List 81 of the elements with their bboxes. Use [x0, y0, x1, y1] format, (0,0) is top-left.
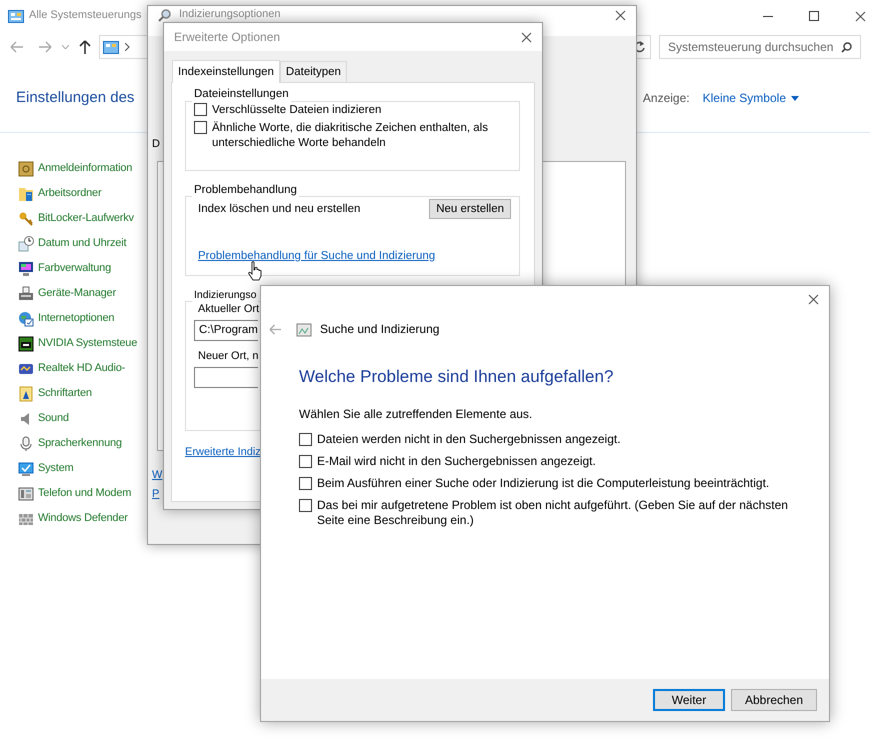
- chevron-icon: [125, 43, 130, 51]
- microphone-icon: [18, 436, 34, 452]
- sidebar-item[interactable]: Internetoptionen: [18, 306, 114, 331]
- dialog-title: Erweiterte Optionen: [174, 30, 280, 44]
- close-icon[interactable]: [808, 294, 819, 305]
- wizard-heading: Welche Probleme sind Ihnen aufgefallen?: [299, 366, 614, 388]
- checkbox[interactable]: [299, 433, 312, 446]
- document-icon: [18, 386, 34, 402]
- monitor-icon: [18, 260, 34, 276]
- link[interactable]: W: [152, 468, 162, 482]
- checkbox[interactable]: [299, 499, 312, 512]
- search-field[interactable]: Systemsteuerung durchsuchen: [659, 35, 861, 59]
- safe-icon: [18, 160, 34, 176]
- view-label: Anzeige:: [642, 90, 690, 106]
- sidebar-item[interactable]: Sound: [18, 406, 69, 431]
- sidebar-item[interactable]: Anmeldeinformation: [18, 156, 132, 181]
- sidebar-item[interactable]: Farbverwaltung: [18, 256, 112, 281]
- magnifier-icon: [158, 8, 172, 22]
- folder-icon: [18, 186, 34, 202]
- monitor-icon: [18, 460, 34, 476]
- search-icon[interactable]: [841, 42, 852, 52]
- view-dropdown[interactable]: Kleine Symbole: [702, 90, 799, 106]
- checkbox-label: Dateien werden nicht in den Suchergebnissen angezeigt.: [317, 432, 621, 448]
- link[interactable]: Erweiterte Indiz: [185, 446, 261, 458]
- group-title: Indizierungso: [193, 290, 258, 301]
- scanner-icon: [296, 322, 312, 336]
- wizard-button[interactable]: Weiter: [653, 689, 725, 711]
- sidebar-item[interactable]: NVIDIA Systemsteue: [18, 331, 138, 356]
- printer-icon: [18, 286, 34, 302]
- sidebar-item[interactable]: Spracherkennung: [18, 431, 122, 456]
- globe-icon: [18, 310, 34, 326]
- key-icon: [18, 210, 34, 226]
- group-title: Dateieinstellungen: [193, 89, 290, 101]
- path-field[interactable]: C:\Program: [194, 320, 258, 340]
- close-icon[interactable]: [615, 10, 626, 21]
- tab[interactable]: Indexeinstellungen: [172, 60, 280, 84]
- close-icon[interactable]: [854, 10, 866, 22]
- sidebar-item[interactable]: Windows Defender: [18, 506, 128, 531]
- sidebar-item[interactable]: Datum und Uhrzeit: [18, 231, 126, 256]
- control-panel-icon: [103, 40, 119, 54]
- checkbox-label: E-Mail wird nicht in den Suchergebnissen angezeigt.: [317, 454, 596, 470]
- label: D: [152, 138, 160, 152]
- instruction-text: Wählen Sie alle zutreffenden Elemente aus.: [299, 407, 534, 422]
- checkbox-label: Beim Ausführen einer Suche oder Indizierung ist die Computerleistung beeinträchtigt.: [317, 476, 770, 492]
- up-arrow-icon[interactable]: [79, 40, 91, 54]
- sidebar-item[interactable]: Arbeitsordner: [18, 181, 102, 206]
- link[interactable]: P: [152, 488, 160, 502]
- wizard-button[interactable]: Abbrechen: [731, 689, 817, 711]
- tab[interactable]: Dateitypen: [280, 61, 347, 82]
- wizard-title: Suche und Indizierung: [320, 322, 440, 337]
- label: Neuer Ort, n: [198, 350, 259, 364]
- path-field[interactable]: [194, 367, 258, 388]
- sidebar-item[interactable]: Schriftarten: [18, 381, 92, 406]
- link[interactable]: Problembehandlung für Suche und Indizierung: [198, 250, 436, 262]
- checkbox[interactable]: [299, 455, 312, 468]
- window-title: Indizierungsoptionen: [179, 8, 281, 21]
- sidebar-item[interactable]: Geräte-Manager: [18, 281, 116, 306]
- control-panel-icon: [8, 10, 24, 22]
- sidebar-item[interactable]: BitLocker-Laufwerkv: [18, 206, 134, 231]
- sidebar-item[interactable]: System: [18, 456, 74, 481]
- label: Index löschen und neu erstellen: [198, 202, 360, 216]
- checkbox[interactable]: [194, 102, 207, 116]
- maximize-icon[interactable]: [809, 11, 819, 21]
- label: Aktueller Ort:: [198, 302, 262, 316]
- checkbox-label: Ähnliche Worte, die diakritische Zeichen enthalten, als unterschiedliche Worte behandeln: [212, 121, 489, 150]
- close-icon[interactable]: [521, 32, 532, 42]
- window-title: Alle Systemsteuerungs: [29, 9, 142, 23]
- phone-icon: [18, 486, 34, 502]
- sidebar-item[interactable]: Realtek HD Audio-: [18, 356, 126, 381]
- checkbox[interactable]: [194, 121, 207, 134]
- checkbox-label: Das bei mir aufgetretene Problem ist oben nicht aufgeführt. (Geben Sie auf der nächsten Seite eine Beschreibung ein.): [317, 498, 789, 528]
- group-title: Problembehandlung: [193, 185, 298, 196]
- rebuild-button[interactable]: Neu erstellen: [429, 198, 511, 219]
- chip-icon: [18, 336, 34, 352]
- hand-cursor-icon: [248, 261, 262, 281]
- caret-icon: [791, 96, 799, 100]
- sidebar-item[interactable]: Telefon und Modem: [18, 481, 132, 506]
- clock-icon: [18, 236, 34, 252]
- checkbox[interactable]: [299, 477, 312, 490]
- checkbox-label: Verschlüsselte Dateien indizieren: [212, 102, 382, 118]
- page-heading: Einstellungen des: [16, 88, 134, 108]
